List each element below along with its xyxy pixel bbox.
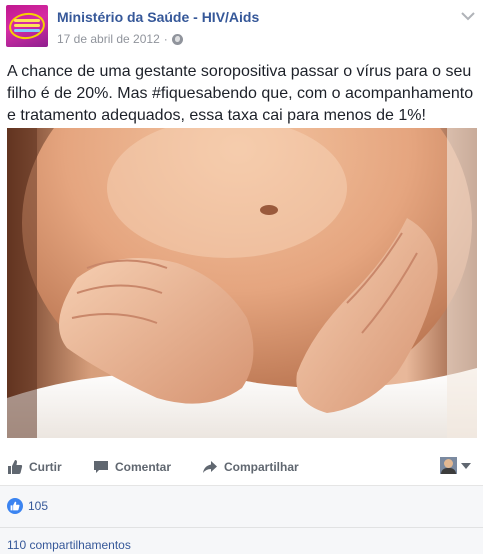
post-footer: 105 110 compartilhamentos (0, 485, 483, 554)
pregnant-belly-illustration (7, 128, 477, 438)
post-photo[interactable] (7, 128, 477, 438)
post-meta: 17 de abril de 2012 · (57, 32, 183, 46)
meta-separator: · (163, 32, 168, 46)
viewer-avatar (440, 457, 457, 474)
caret-down-icon (461, 462, 471, 469)
chevron-down-icon[interactable] (461, 11, 475, 21)
comment-button[interactable]: Comentar (93, 450, 171, 484)
like-reaction-icon (7, 498, 23, 514)
reactions-count: 105 (28, 499, 49, 513)
like-button[interactable]: Curtir (7, 450, 62, 484)
footer-divider (0, 527, 483, 528)
reactions-summary[interactable]: 105 (7, 498, 48, 514)
share-arrow-icon (203, 461, 217, 473)
avatar-lines-decoration (14, 19, 40, 22)
thumbs-up-icon (10, 501, 20, 511)
viewer-selector[interactable] (440, 457, 471, 474)
post-date[interactable]: 17 de abril de 2012 (57, 32, 160, 46)
like-label: Curtir (29, 460, 62, 474)
facebook-post: Ministério da Saúde - HIV/Aids 17 de abr… (0, 0, 483, 554)
shares-link[interactable]: 110 compartilhamentos (7, 538, 131, 552)
post-text: A chance de uma gestante soropositiva pa… (7, 63, 474, 124)
page-avatar[interactable] (6, 5, 48, 47)
share-button[interactable]: Compartilhar (202, 450, 299, 484)
page-name-link[interactable]: Ministério da Saúde - HIV/Aids (57, 9, 259, 25)
share-label: Compartilhar (224, 460, 299, 474)
speech-bubble-icon (94, 461, 108, 473)
comment-label: Comentar (115, 460, 172, 474)
globe-icon[interactable] (171, 33, 183, 45)
avatar-ring-decoration (7, 10, 47, 42)
thumbs-up-icon (8, 460, 23, 474)
action-bar: Curtir Comentar Compartilhar (0, 450, 483, 484)
